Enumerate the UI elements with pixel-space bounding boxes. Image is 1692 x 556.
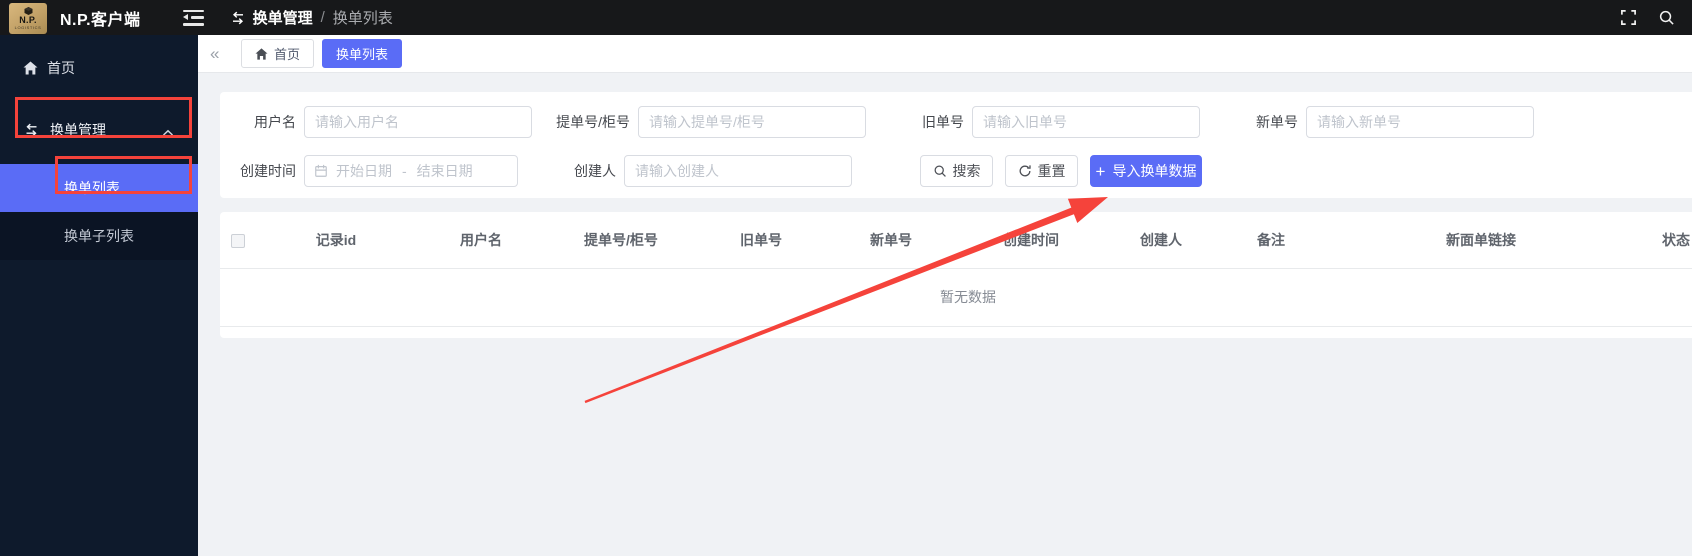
filter-label: 用户名 (220, 114, 296, 131)
filter-label: 创建时间 (220, 163, 296, 180)
filter-label: 创建人 (540, 163, 616, 180)
logo-subtext: LOGISTICS (15, 26, 42, 30)
tab-exchange-list[interactable]: 换单列表 (322, 39, 402, 68)
column-header-lading-no: 提单号/柜号 (546, 212, 696, 268)
sidebar-item-label: 换单管理 (50, 120, 106, 140)
filter-username: 用户名 (220, 106, 532, 138)
lading-no-input[interactable] (638, 106, 866, 138)
tab-bar: « 首页 换单列表 (198, 35, 1692, 73)
exchange-table: 记录id 用户名 提单号/柜号 旧单号 新单号 创建时间 创建人 备注 新面单链… (220, 212, 1692, 327)
username-input[interactable] (304, 106, 532, 138)
sidebar-item-exchange-list[interactable]: 换单列表 (0, 164, 198, 212)
sidebar-item-label: 换单列表 (64, 178, 120, 198)
filter-row-2: 创建时间 开始日期 - 结束日期 创建人 (220, 155, 1692, 187)
breadcrumb-current: 换单列表 (333, 7, 393, 28)
empty-state-text: 暂无数据 (220, 268, 1692, 326)
app-logo: N.P. LOGISTICS (9, 3, 47, 34)
column-header-new-no: 新单号 (826, 212, 956, 268)
top-header-bar: N.P. LOGISTICS N.P.客户端 换单管理 / 换单列表 (0, 0, 1692, 35)
filter-label: 旧单号 (888, 114, 964, 131)
table-header-row: 记录id 用户名 提单号/柜号 旧单号 新单号 创建时间 创建人 备注 新面单链… (220, 212, 1692, 268)
sidebar-item-label: 首页 (47, 58, 75, 78)
sidebar-item-exchange-sublist[interactable]: 换单子列表 (0, 212, 198, 260)
sidebar: 首页 换单管理 换单列表 换单子列表 (0, 35, 198, 556)
page: N.P. LOGISTICS N.P.客户端 换单管理 / 换单列表 (0, 0, 1692, 556)
search-icon (933, 164, 947, 178)
search-button[interactable]: 搜索 (920, 155, 993, 187)
column-header-created-time: 创建时间 (956, 212, 1106, 268)
filter-created-time: 创建时间 开始日期 - 结束日期 (220, 155, 518, 187)
plus-icon: + (1096, 163, 1106, 180)
old-no-input[interactable] (972, 106, 1200, 138)
calendar-icon (314, 164, 328, 178)
date-separator: - (402, 163, 407, 179)
import-exchange-data-button[interactable]: + 导入换单数据 (1090, 155, 1202, 187)
sidebar-submenu: 换单列表 换单子列表 (0, 164, 198, 260)
refresh-icon (1018, 164, 1032, 178)
sidebar-item-label: 换单子列表 (64, 226, 134, 246)
home-icon (23, 61, 38, 75)
fullscreen-icon[interactable] (1620, 9, 1637, 26)
chevron-up-icon (162, 124, 174, 140)
search-icon[interactable] (1658, 9, 1675, 26)
filter-new-no: 新单号 (1222, 106, 1534, 138)
column-header-creator: 创建人 (1106, 212, 1216, 268)
breadcrumb: 换单管理 / 换单列表 (230, 7, 393, 28)
collapse-tabs-icon[interactable]: « (210, 44, 228, 64)
tab-label: 首页 (274, 44, 300, 63)
filter-label: 提单号/柜号 (554, 114, 630, 131)
empty-row: 暂无数据 (220, 268, 1692, 326)
main-area: « 首页 换单列表 用户名 提单号/柜号 (198, 35, 1692, 556)
filter-row-1: 用户名 提单号/柜号 旧单号 新单号 (220, 106, 1692, 138)
sidebar-item-home[interactable]: 首页 (0, 48, 198, 88)
end-date-placeholder: 结束日期 (417, 161, 473, 181)
date-range-input[interactable]: 开始日期 - 结束日期 (304, 155, 518, 187)
breadcrumb-section[interactable]: 换单管理 (253, 7, 313, 28)
tab-label: 换单列表 (336, 44, 388, 63)
breadcrumb-separator: / (321, 9, 325, 26)
filter-panel: 用户名 提单号/柜号 旧单号 新单号 (220, 92, 1692, 198)
column-header-username: 用户名 (416, 212, 546, 268)
filter-creator: 创建人 (540, 155, 852, 187)
column-header-old-no: 旧单号 (696, 212, 826, 268)
app-title: N.P.客户端 (60, 6, 141, 30)
reset-button[interactable]: 重置 (1005, 155, 1078, 187)
menu-fold-icon[interactable] (183, 10, 204, 26)
logo-text: N.P. (19, 16, 37, 25)
new-no-input[interactable] (1306, 106, 1534, 138)
home-icon (255, 48, 268, 60)
column-header-status: 状态 (1636, 212, 1692, 268)
tab-home[interactable]: 首页 (241, 39, 314, 68)
filter-label: 新单号 (1222, 114, 1298, 131)
column-header-record-id: 记录id (256, 212, 416, 268)
select-all-checkbox[interactable] (231, 234, 245, 248)
sidebar-item-exchange-management[interactable]: 换单管理 (0, 110, 198, 150)
swap-icon (230, 10, 246, 26)
data-table-panel: 记录id 用户名 提单号/柜号 旧单号 新单号 创建时间 创建人 备注 新面单链… (220, 212, 1692, 338)
swap-icon (23, 122, 40, 138)
column-header-new-label-link: 新面单链接 (1326, 212, 1636, 268)
column-header-remark: 备注 (1216, 212, 1326, 268)
start-date-placeholder: 开始日期 (336, 161, 392, 181)
creator-input[interactable] (624, 155, 852, 187)
cube-icon (24, 7, 33, 15)
filter-old-no: 旧单号 (888, 106, 1200, 138)
filter-lading-no: 提单号/柜号 (554, 106, 866, 138)
